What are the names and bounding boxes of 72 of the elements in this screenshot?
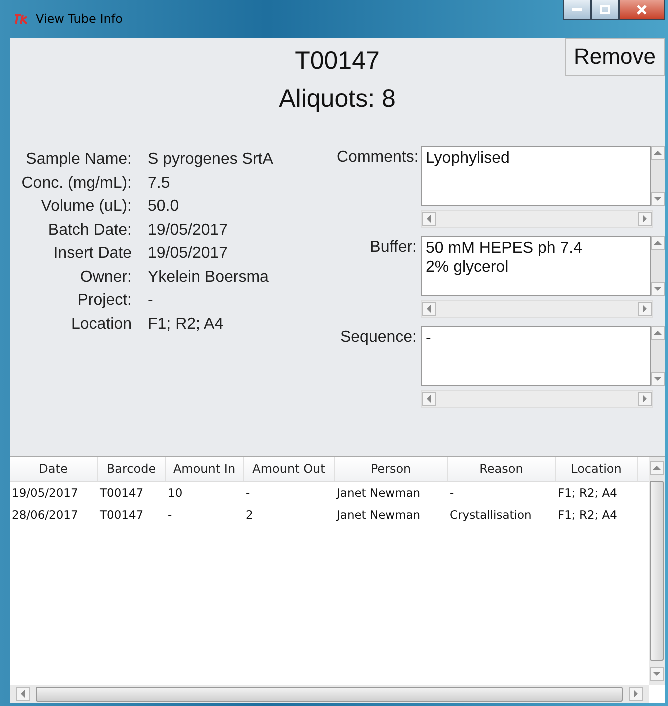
scroll-right-icon[interactable] [638, 302, 652, 316]
scroll-left-icon[interactable] [422, 392, 436, 406]
table-cell-text: T00147 [99, 508, 145, 522]
field-label: Project: [76, 291, 132, 311]
field-label: Sample Name: [25, 150, 132, 170]
scroll-up-icon[interactable] [651, 326, 665, 340]
table-cell-text: - [167, 508, 174, 522]
table-cell-text: 2 [245, 508, 254, 522]
field-value: S pyrogenes SrtA [148, 150, 274, 170]
scroll-left-icon[interactable] [16, 687, 30, 701]
scroll-left-icon[interactable] [422, 212, 436, 226]
table-cell-text: Crystallisation [449, 508, 533, 522]
text-area[interactable]: 50 mM HEPES ph 7.4 2% glycerol [421, 236, 651, 296]
field-label: Comments: [337, 148, 417, 168]
field-label: Buffer: [369, 238, 417, 258]
close-icon [637, 4, 647, 14]
field-value: 19/05/2017 [148, 220, 230, 240]
scroll-right-icon[interactable] [629, 687, 643, 701]
scroll-right-icon[interactable] [638, 392, 652, 406]
close-button[interactable] [619, 0, 665, 20]
scroll-down-icon[interactable] [651, 192, 665, 206]
field-value: Ykelein Boersma [148, 268, 270, 288]
column-header[interactable]: Amount Out [244, 457, 335, 481]
table-cell-text: - [245, 486, 252, 500]
scroll-right-icon[interactable] [638, 212, 652, 226]
field-label: Volume (uL): [40, 197, 132, 217]
table-cell-text: Janet Newman [335, 508, 422, 522]
scrollbar-thumb[interactable] [650, 481, 664, 661]
app-logo-icon [14, 13, 30, 25]
minimize-icon [572, 8, 582, 12]
table-cell-text: T00147 [99, 486, 145, 500]
text-area[interactable]: Lyophylised [421, 146, 651, 206]
table-cell-text: 10 [167, 486, 184, 500]
field-label: Insert Date [52, 244, 132, 264]
remove-button[interactable]: Remove [565, 38, 665, 76]
scroll-left-icon[interactable] [422, 302, 436, 316]
field-value: 50.0 [148, 197, 180, 217]
column-header[interactable]: Barcode [98, 457, 166, 481]
aliquots-heading: Aliquots: 8 [279, 84, 396, 115]
table-cell-text: - [449, 486, 456, 500]
maximize-icon [600, 5, 610, 14]
table-cell-text: 28/06/2017 [11, 508, 80, 522]
field-value: - [148, 291, 154, 311]
field-value: 19/05/2017 [148, 244, 230, 264]
field-value: 7.5 [148, 174, 172, 194]
column-header[interactable]: Date [10, 457, 98, 481]
scroll-up-icon[interactable] [651, 236, 665, 250]
field-label: Location [70, 314, 132, 334]
table-cell-text: F1; R2; A4 [557, 486, 618, 500]
field-label: Conc. (mg/mL): [20, 174, 132, 194]
window-title: View Tube Info [36, 12, 123, 26]
field-label: Sequence: [339, 328, 417, 348]
maximize-button[interactable] [591, 0, 619, 20]
tube-id-heading: T00147 [295, 46, 380, 77]
column-header[interactable]: Location [556, 457, 638, 481]
column-header[interactable]: Person [335, 457, 448, 481]
scroll-down-icon[interactable] [650, 667, 664, 681]
scrollbar-thumb[interactable] [36, 686, 623, 702]
field-label: Batch Date: [47, 220, 132, 240]
scroll-up-icon[interactable] [651, 146, 665, 160]
scroll-up-icon[interactable] [650, 461, 664, 475]
scroll-down-icon[interactable] [651, 282, 665, 296]
table-cell-text: 19/05/2017 [11, 486, 80, 500]
minimize-button[interactable] [563, 0, 591, 20]
column-header[interactable]: Amount In [166, 457, 244, 481]
scroll-down-icon[interactable] [651, 372, 665, 386]
text-area[interactable]: - [421, 326, 651, 386]
field-value: F1; R2; A4 [148, 314, 225, 334]
table-cell-text: Janet Newman [335, 486, 422, 500]
column-header[interactable]: Reason [448, 457, 556, 481]
table-cell-text: F1; R2; A4 [557, 508, 618, 522]
field-label: Owner: [79, 268, 132, 288]
